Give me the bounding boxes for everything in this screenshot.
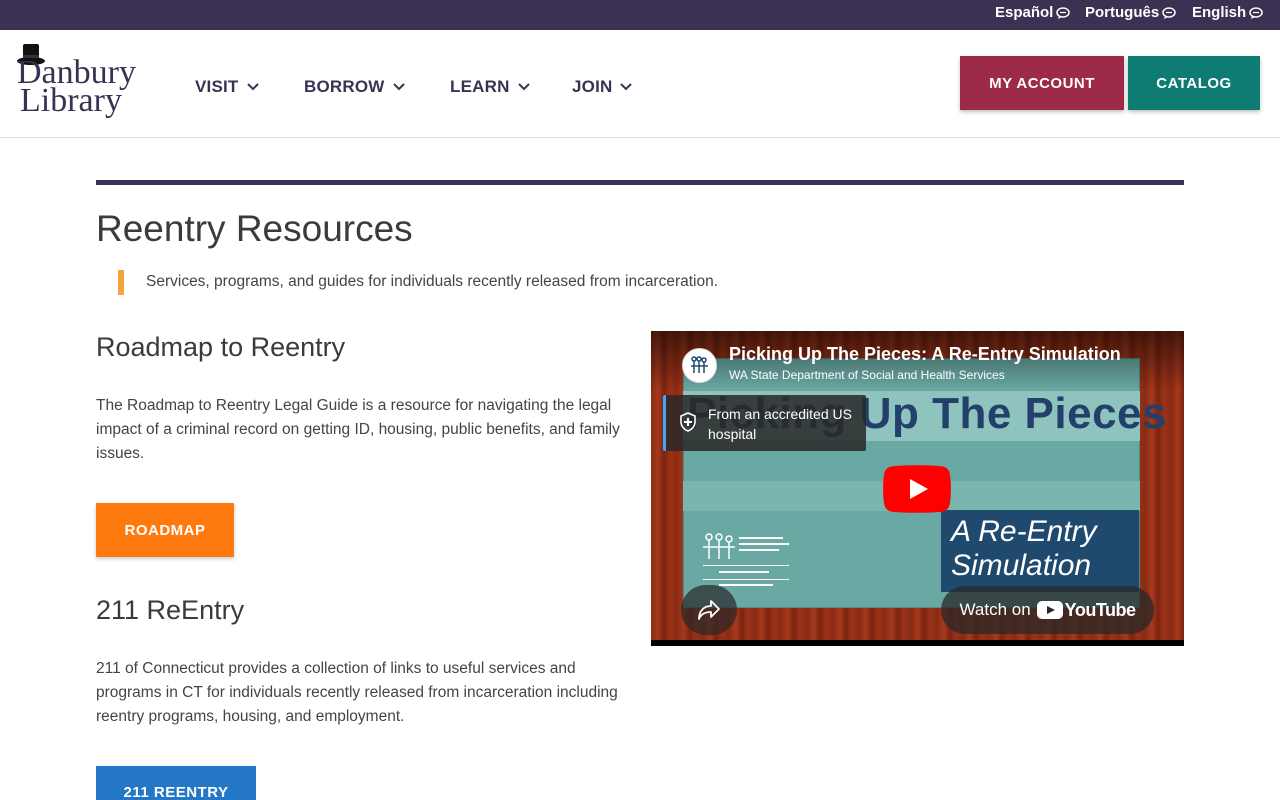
- youtube-wordmark: YouTube: [1064, 599, 1136, 620]
- thumbnail-subtitle: A Re-Entry Simulation: [951, 515, 1097, 583]
- channel-avatar[interactable]: [682, 348, 717, 383]
- page-title: Reentry Resources: [96, 208, 413, 249]
- health-shield-icon: [680, 412, 696, 432]
- chevron-down-icon: [392, 83, 405, 91]
- section-title-roadmap: Roadmap to Reentry: [96, 332, 346, 362]
- nav-borrow[interactable]: BORROW: [304, 77, 405, 97]
- language-label: Português: [1085, 4, 1160, 21]
- health-notice-text: From an accredited US hospital: [708, 406, 852, 442]
- video-channel-name[interactable]: WA State Department of Social and Health…: [729, 368, 1005, 382]
- thumbnail-subtitle-line-1: A Re-Entry: [951, 515, 1097, 548]
- speech-bubble-icon: [1162, 6, 1176, 19]
- 211-reentry-button[interactable]: 211 REENTRY: [96, 766, 256, 800]
- nav-label: BORROW: [304, 77, 385, 96]
- chevron-down-icon: [246, 83, 259, 91]
- language-link-portugues[interactable]: Português: [1085, 4, 1176, 21]
- nav-label: VISIT: [195, 77, 239, 96]
- dshs-logo-icon: [703, 533, 789, 586]
- nav-join[interactable]: JOIN: [572, 77, 633, 97]
- share-button[interactable]: [681, 585, 737, 635]
- site-header: Danbury Library VISIT BORROW LEARN JOIN …: [0, 30, 1280, 138]
- dshs-avatar-icon: [691, 356, 708, 373]
- section-text-roadmap: The Roadmap to Reentry Legal Guide is a …: [96, 397, 620, 462]
- language-label: English: [1192, 4, 1247, 21]
- page-subtitle: Services, programs, and guides for indiv…: [146, 273, 719, 290]
- youtube-logo: YouTube: [1036, 599, 1136, 621]
- share-arrow-icon: [698, 600, 720, 620]
- section-title-211-reentry: 211 ReEntry: [96, 595, 245, 625]
- logo-line-2: Library: [20, 82, 122, 119]
- language-link-english[interactable]: English: [1192, 4, 1263, 21]
- speech-bubble-icon: [1249, 6, 1263, 19]
- watch-on-label: Watch on: [959, 600, 1031, 619]
- youtube-video-embed[interactable]: Picking Up The Pieces A Re-Entry Simulat…: [651, 331, 1184, 646]
- thumbnail-subtitle-line-2: Simulation: [951, 549, 1092, 582]
- language-label: Español: [995, 4, 1054, 21]
- play-button-icon[interactable]: [883, 465, 951, 513]
- my-account-button[interactable]: MY ACCOUNT: [960, 56, 1124, 110]
- video-title[interactable]: Picking Up The Pieces: A Re-Entry Simula…: [729, 344, 1121, 365]
- chevron-down-icon: [620, 83, 633, 91]
- youtube-play-icon: [1036, 601, 1063, 619]
- catalog-button[interactable]: CATALOG: [1128, 56, 1260, 110]
- watch-on-youtube-button[interactable]: Watch on YouTube: [941, 586, 1154, 634]
- language-bar: Español Português English: [0, 0, 1280, 30]
- chevron-down-icon: [517, 83, 530, 91]
- section-text-211-reentry: 211 of Connecticut provides a collection…: [96, 660, 618, 725]
- nav-label: LEARN: [450, 77, 510, 96]
- nav-visit[interactable]: VISIT: [195, 77, 259, 97]
- library-logo[interactable]: Danbury Library: [14, 42, 166, 124]
- speech-bubble-icon: [1056, 6, 1071, 19]
- nav-learn[interactable]: LEARN: [450, 77, 530, 97]
- subtitle-accent-bar: [118, 270, 124, 295]
- health-source-notice[interactable]: From an accredited US hospital: [663, 395, 866, 451]
- title-divider: [96, 180, 1184, 185]
- language-link-espanol[interactable]: Español: [995, 4, 1071, 21]
- nav-label: JOIN: [572, 77, 613, 96]
- roadmap-button[interactable]: ROADMAP: [96, 503, 234, 557]
